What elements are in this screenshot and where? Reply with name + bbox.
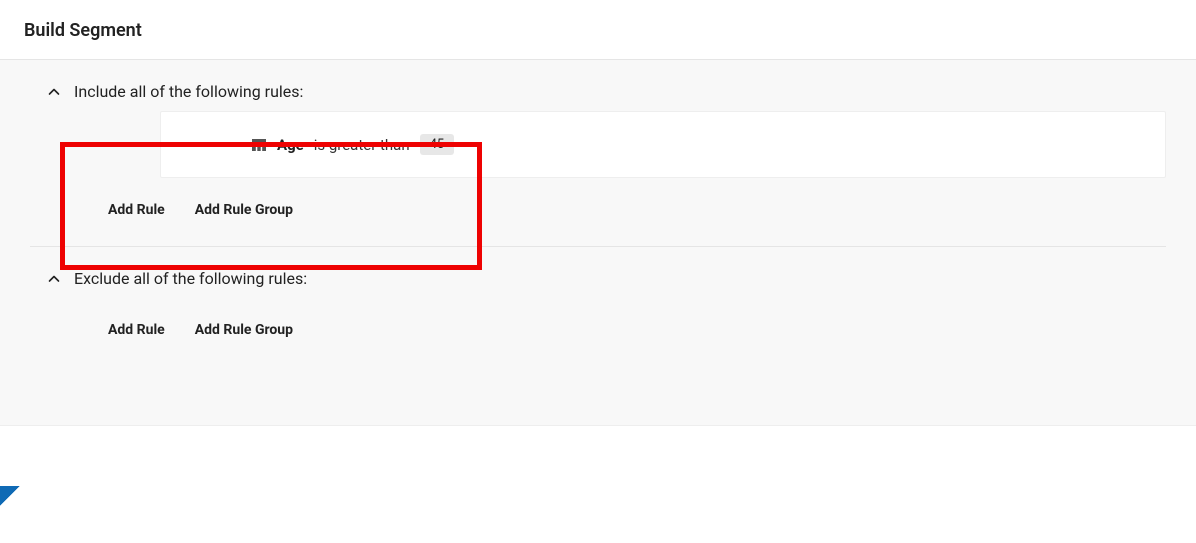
- page-footer-gap: [0, 426, 1196, 476]
- include-header: Include all of the following rules:: [30, 60, 1166, 111]
- chevron-up-icon[interactable]: [48, 273, 60, 285]
- add-rule-group-button[interactable]: Add Rule Group: [195, 322, 293, 338]
- rule-value-chip[interactable]: 45: [420, 134, 455, 155]
- add-rule-group-button[interactable]: Add Rule Group: [195, 202, 293, 218]
- table-icon: [251, 137, 267, 153]
- chevron-up-icon[interactable]: [48, 86, 60, 98]
- include-actions: Add Rule Add Rule Group: [30, 178, 1166, 246]
- exclude-section: Exclude all of the following rules: Add …: [0, 247, 1196, 366]
- exclude-title: Exclude all of the following rules:: [74, 269, 307, 288]
- corner-accent-icon: [0, 486, 20, 506]
- rule-field-label: Age: [277, 136, 304, 154]
- exclude-header: Exclude all of the following rules:: [30, 247, 1166, 298]
- add-rule-button[interactable]: Add Rule: [108, 202, 165, 218]
- rule-operator-label: is greater than: [314, 136, 410, 154]
- exclude-actions: Add Rule Add Rule Group: [30, 298, 1166, 366]
- segment-builder-panel: Include all of the following rules: Age …: [0, 59, 1196, 366]
- include-title: Include all of the following rules:: [74, 82, 303, 101]
- panel-footer-spacer: [0, 366, 1196, 426]
- page-title: Build Segment: [0, 0, 1196, 59]
- rule-card[interactable]: Age is greater than 45: [160, 111, 1166, 178]
- include-section: Include all of the following rules: Age …: [0, 60, 1196, 246]
- add-rule-button[interactable]: Add Rule: [108, 322, 165, 338]
- footer: [0, 476, 1196, 506]
